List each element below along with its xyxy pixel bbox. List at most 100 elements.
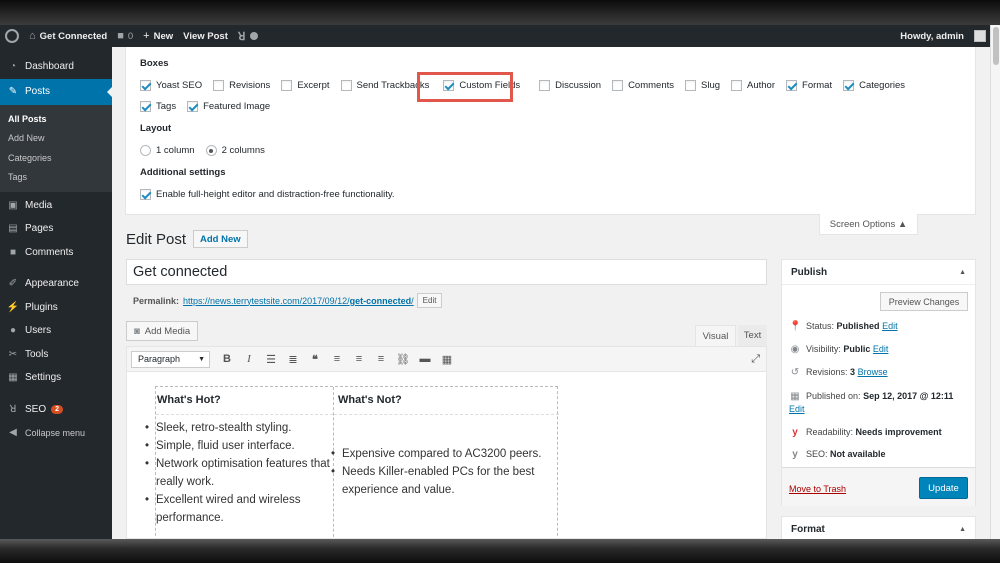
edit-permalink-button[interactable]: Edit	[416, 293, 443, 308]
yoast-icon: ꓤ	[237, 30, 246, 43]
account-menu[interactable]: Howdy, admin	[895, 25, 990, 47]
browse-revisions-link[interactable]: Browse	[858, 367, 888, 377]
submenu-item-all-posts[interactable]: All Posts	[0, 110, 112, 130]
checkbox-discussion[interactable]: Discussion	[539, 78, 601, 93]
checkbox-label: Enable full-height editor and distractio…	[156, 189, 395, 200]
checkbox-unchecked[interactable]	[612, 80, 624, 91]
add-media-button[interactable]: ◙ Add Media	[126, 321, 199, 341]
seo-notification-badge: 2	[51, 404, 64, 414]
sidebar-item-posts[interactable]: ✎ Posts	[0, 78, 112, 105]
caret-up-icon[interactable]: ▲	[959, 269, 966, 276]
publish-box-header[interactable]: Publish ▲	[782, 260, 975, 285]
paragraph-format-select[interactable]: Paragraph ▼	[131, 350, 210, 368]
checkbox-unchecked[interactable]	[539, 80, 551, 91]
permalink-row: Permalink: https://news.terrytestsite.co…	[133, 293, 443, 308]
tab-text[interactable]: Text	[738, 325, 767, 346]
page-scrollbar[interactable]	[990, 25, 1000, 539]
sidebar-item-collapse-menu[interactable]: ◀ Collapse menu	[0, 421, 112, 445]
align-right-icon[interactable]: ≡	[370, 353, 392, 365]
checkbox-author[interactable]: Author	[731, 78, 775, 93]
seo-label: SEO:	[806, 449, 828, 459]
checkbox-unchecked[interactable]	[281, 80, 293, 91]
checkbox-checked[interactable]	[843, 80, 855, 91]
checkbox-unchecked[interactable]	[685, 80, 696, 91]
sidebar-item-settings[interactable]: ▦ Settings	[0, 366, 112, 390]
edit-visibility-link[interactable]: Edit	[873, 344, 889, 354]
radio-2-columns[interactable]: 2 columns	[205, 143, 265, 158]
update-button[interactable]: Update	[919, 477, 968, 499]
sidebar-item-tools[interactable]: ✂ Tools	[0, 343, 112, 367]
checkbox-full-height-editor[interactable]: Enable full-height editor and distractio…	[140, 187, 395, 202]
align-left-icon[interactable]: ≡	[326, 353, 348, 365]
sidebar-item-seo[interactable]: ꓤ SEO 2	[0, 398, 112, 422]
checkbox-format[interactable]: Format	[786, 78, 832, 93]
whats-hot-column[interactable]: What's Hot? Sleek, retro-stealth styling…	[145, 387, 334, 538]
checkbox-checked[interactable]	[140, 189, 151, 200]
screen-options-toggle[interactable]: Screen Options ▲	[819, 214, 918, 235]
preview-changes-button[interactable]: Preview Changes	[880, 292, 968, 311]
edit-status-link[interactable]: Edit	[882, 321, 898, 331]
seo-row: y SEO: Not available	[789, 449, 886, 460]
caret-up-icon[interactable]: ▲	[959, 526, 966, 533]
permalink-label: Permalink:	[133, 295, 180, 306]
checkbox-checked[interactable]	[187, 101, 199, 112]
checkbox-unchecked[interactable]	[213, 80, 225, 91]
checkbox-yoast-seo[interactable]: Yoast SEO	[140, 78, 202, 93]
checkbox-unchecked[interactable]	[340, 80, 352, 91]
checkbox-checked[interactable]	[140, 80, 151, 91]
align-center-icon[interactable]: ≡	[348, 353, 370, 365]
checkbox-featured-image[interactable]: Featured Image	[187, 99, 270, 114]
radio-1-column[interactable]: 1 column	[140, 143, 195, 158]
checkbox-slug[interactable]: Slug	[685, 78, 720, 93]
editor-content-area[interactable]: What's Hot? Sleek, retro-stealth styling…	[126, 372, 767, 539]
submenu-item-categories[interactable]: Categories	[0, 149, 112, 169]
seo-value: Not available	[830, 449, 886, 459]
tab-visual[interactable]: Visual	[695, 325, 736, 346]
post-title-input[interactable]: Get connected	[126, 259, 767, 285]
sidebar-item-pages[interactable]: ▤ Pages	[0, 217, 112, 241]
numbered-list-icon[interactable]: ≣	[282, 353, 304, 366]
yoast-adminbar-button[interactable]: ꓤ	[233, 25, 263, 47]
sidebar-item-dashboard[interactable]: ◔ Dashboard	[0, 55, 112, 79]
radio-checked[interactable]	[205, 145, 217, 156]
checkbox-categories[interactable]: Categories	[843, 78, 905, 93]
view-post-link[interactable]: View Post	[178, 25, 233, 47]
sidebar-item-users[interactable]: ● Users	[0, 319, 112, 343]
insert-link-icon[interactable]: ⛓	[392, 353, 414, 366]
checkbox-comments[interactable]: Comments	[612, 78, 674, 93]
bold-icon[interactable]: B	[216, 353, 238, 365]
submenu-item-tags[interactable]: Tags	[0, 168, 112, 188]
permalink-link[interactable]: https://news.terrytestsite.com/2017/09/1…	[183, 296, 414, 306]
whats-not-column[interactable]: What's Not? Expensive compared to AC3200…	[331, 387, 559, 538]
new-content-link[interactable]: + New	[138, 25, 178, 47]
submenu-item-add-new[interactable]: Add New	[0, 129, 112, 149]
checkbox-checked[interactable]	[140, 101, 151, 112]
sidebar-item-appearance[interactable]: ✐ Appearance	[0, 272, 112, 296]
read-more-icon[interactable]: ▬	[414, 353, 436, 365]
format-heading: Format	[791, 524, 825, 535]
comments-link[interactable]: ■ 0	[112, 25, 138, 47]
checkbox-revisions[interactable]: Revisions	[213, 78, 270, 93]
checkbox-label: Categories	[859, 80, 906, 91]
italic-icon[interactable]: I	[238, 353, 260, 365]
scrollbar-thumb[interactable]	[993, 27, 999, 65]
sidebar-item-comments[interactable]: ■ Comments	[0, 241, 112, 265]
site-name-link[interactable]: ⌂ Get Connected	[24, 25, 112, 47]
distraction-free-icon[interactable]: ⤢	[751, 353, 760, 366]
blockquote-icon[interactable]: ❝	[304, 353, 326, 366]
move-to-trash-link[interactable]: Move to Trash	[789, 484, 846, 494]
wordpress-logo-button[interactable]	[0, 25, 24, 47]
admin-bar: ⌂ Get Connected ■ 0 + New View Post ꓤ Howdy…	[0, 25, 990, 47]
checkbox-tags[interactable]: Tags	[140, 99, 176, 114]
checkbox-excerpt[interactable]: Excerpt	[281, 78, 330, 93]
toolbar-toggle-icon[interactable]: ▦	[436, 353, 458, 366]
checkbox-checked[interactable]	[786, 80, 798, 91]
bulleted-list-icon[interactable]: ☰	[260, 353, 282, 366]
sidebar-item-media[interactable]: ▣ Media	[0, 194, 112, 218]
add-new-post-button[interactable]: Add New	[193, 230, 248, 248]
checkbox-unchecked[interactable]	[731, 80, 743, 91]
radio-unchecked[interactable]	[140, 145, 151, 156]
content-table[interactable]: What's Hot? Sleek, retro-stealth styling…	[145, 386, 559, 538]
edit-date-link[interactable]: Edit	[789, 404, 969, 414]
sidebar-item-plugins[interactable]: ⚡ Plugins	[0, 296, 112, 320]
